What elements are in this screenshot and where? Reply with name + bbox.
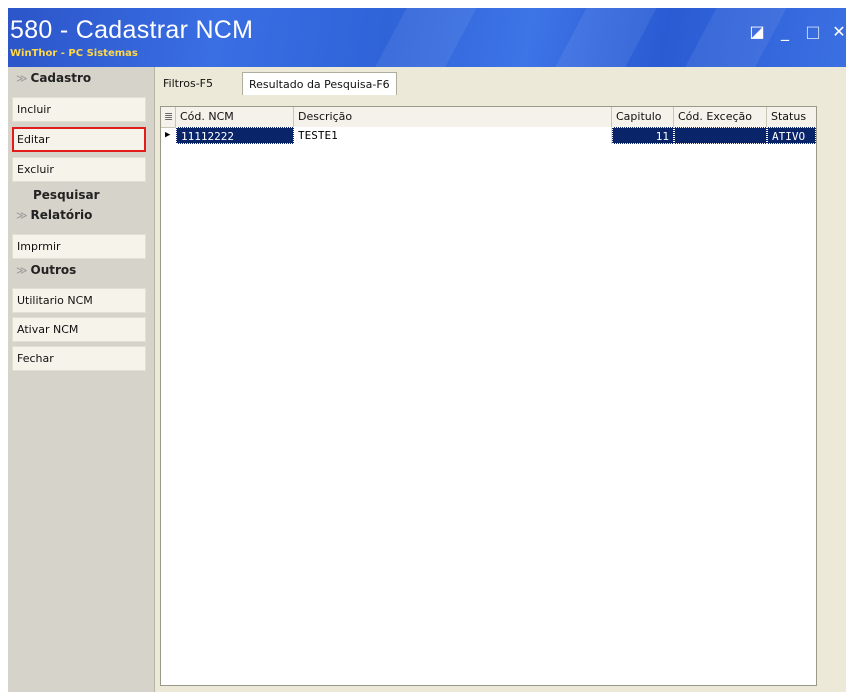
col-descricao[interactable]: Descrição [294, 107, 612, 127]
col-cod-ncm[interactable]: Cód. NCM [176, 107, 294, 127]
section-cadastro[interactable]: ≫ Cadastro [16, 71, 91, 85]
tab-resultado-pesquisa[interactable]: Resultado da Pesquisa-F6 [242, 72, 397, 95]
utilitario-ncm-button[interactable]: Utilitario NCM [12, 288, 146, 313]
cell-cod-excecao[interactable] [674, 127, 767, 144]
cell-status[interactable]: ATIVO [767, 127, 816, 144]
chevron-down-icon: ≫ [16, 264, 28, 277]
close-icon[interactable]: ✕ [830, 22, 846, 42]
excluir-button[interactable]: Excluir [12, 157, 146, 182]
sidebar: ≫ Cadastro Incluir Editar Excluir Pesquis… [8, 67, 155, 692]
row-indicator-icon: ▶ [165, 130, 171, 140]
section-relatorio[interactable]: ≫ Relatório [16, 208, 92, 222]
column-chooser-icon[interactable]: ≣ [161, 107, 176, 127]
cell-descricao[interactable]: TESTE1 [294, 127, 612, 144]
content-area: Filtros-F5 Resultado da Pesquisa-F6 ≣ Có… [155, 67, 846, 692]
incluir-button[interactable]: Incluir [12, 97, 146, 122]
col-status[interactable]: Status [767, 107, 816, 127]
editar-button[interactable]: Editar [12, 127, 146, 152]
title-bar[interactable]: 580 - Cadastrar NCM WinThor - PC Sistema… [8, 8, 846, 67]
section-relatorio-label: Relatório [30, 208, 93, 222]
restore-icon[interactable]: ◪ [748, 22, 766, 42]
main-window: 580 - Cadastrar NCM WinThor - PC Sistema… [8, 8, 846, 692]
pesquisar-link[interactable]: Pesquisar [33, 188, 99, 202]
col-cod-excecao[interactable]: Cód. Exceção [674, 107, 767, 127]
section-outros[interactable]: ≫ Outros [16, 263, 76, 277]
window-subtitle: WinThor - PC Sistemas [10, 48, 138, 59]
section-cadastro-label: Cadastro [30, 71, 92, 85]
ativar-ncm-button[interactable]: Ativar NCM [12, 317, 146, 342]
imprimir-button[interactable]: Imprmir [12, 234, 146, 259]
results-grid: ≣ Cód. NCM Descrição Capitulo Cód. Exceç… [160, 106, 817, 686]
table-row[interactable]: ▶ 11112222 TESTE1 11 ATIVO [161, 127, 816, 144]
cell-capitulo[interactable]: 11 [612, 127, 674, 144]
window-title: 580 - Cadastrar NCM [10, 16, 254, 44]
fechar-button[interactable]: Fechar [12, 346, 146, 371]
chevron-down-icon: ≫ [16, 209, 28, 222]
minimize-icon[interactable]: _ [776, 22, 794, 42]
grid-header: ≣ Cód. NCM Descrição Capitulo Cód. Exceç… [161, 107, 816, 128]
cell-cod-ncm[interactable]: 11112222 [176, 127, 294, 144]
tab-filtros[interactable]: Filtros-F5 [163, 72, 213, 95]
section-outros-label: Outros [30, 263, 77, 277]
maximize-icon[interactable]: □ [804, 22, 822, 42]
chevron-down-icon: ≫ [16, 72, 28, 85]
col-capitulo[interactable]: Capitulo [612, 107, 674, 127]
